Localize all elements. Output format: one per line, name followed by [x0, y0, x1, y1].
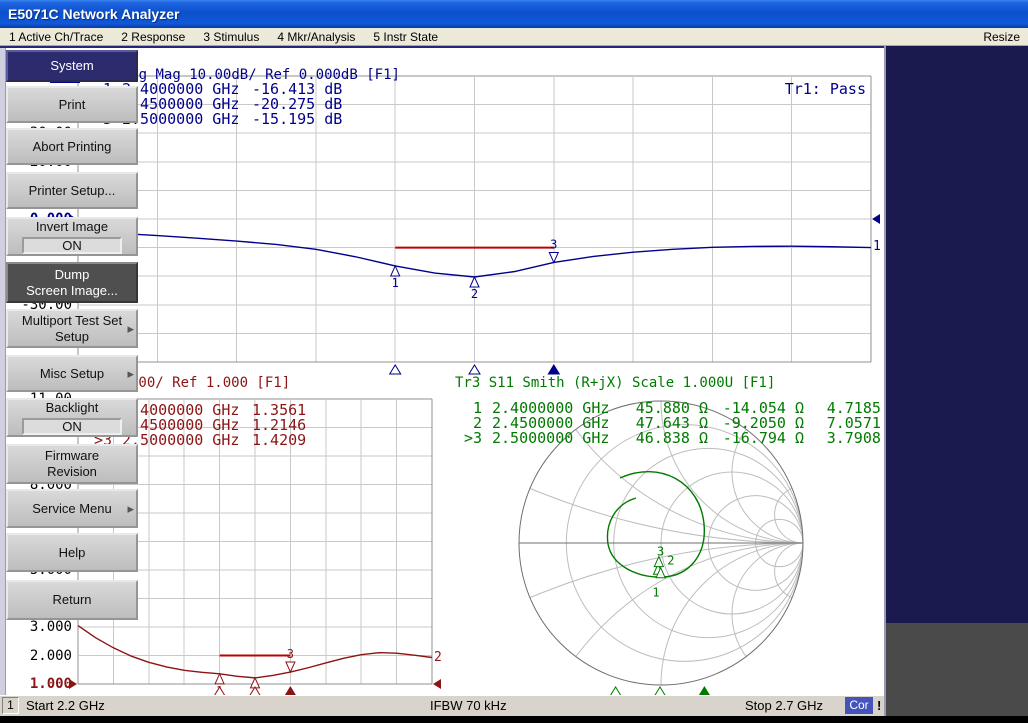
svg-text:3: 3 [550, 237, 557, 251]
tr2-trace-number: 2 [434, 650, 442, 665]
reference-level-arrow-right [433, 679, 441, 689]
marker-resistance: 46.838 Ω [620, 431, 708, 446]
svg-text:2: 2 [667, 554, 674, 568]
tr1-trace-number: 1 [873, 239, 881, 254]
marker-symbol[interactable]: 3 [286, 647, 295, 672]
tr3-header[interactable]: Tr3 S11 Smith (R+jX) Scale 1.000U [F1] [455, 375, 775, 391]
alert-indicator: ! [877, 697, 881, 714]
tr3-marker-table: 12.4000000 GHz45.880 Ω-14.054 Ω4.7185 pF… [458, 401, 908, 446]
invert-image-state: ON [22, 237, 122, 254]
menu-resize[interactable]: Resize [975, 30, 1028, 44]
window-title: E5071C Network Analyzer [8, 6, 179, 22]
ifbw-readout[interactable]: IFBW 70 kHz [430, 698, 507, 713]
marker-freq: 2.5000000 GHz [122, 112, 250, 127]
softkey-backlight[interactable]: Backlight ON [6, 398, 138, 437]
screen: E5071C Network Analyzer 1 Active Ch/Trac… [0, 0, 1028, 723]
submenu-arrow-icon: ▸ [127, 501, 134, 517]
marker-id: >3 [458, 431, 482, 446]
softkey-invert-image[interactable]: Invert Image ON [6, 217, 138, 256]
softkey-system: System [6, 50, 138, 82]
stop-frequency[interactable]: Stop 2.7 GHz [745, 698, 823, 713]
svg-text:1: 1 [392, 276, 399, 290]
menu-mkr-analysis[interactable]: 4 Mkr/Analysis [268, 30, 364, 44]
softkey-printer-setup[interactable]: Printer Setup... [6, 172, 138, 209]
softkey-label: Multiport Test Set Setup [22, 313, 122, 345]
marker-stimulus-indicator[interactable] [548, 365, 559, 374]
sidebar-empty-area [884, 623, 1028, 716]
svg-text:3: 3 [657, 545, 664, 559]
menu-response[interactable]: 2 Response [112, 30, 194, 44]
softkey-label: Invert Image [36, 219, 108, 235]
tr1-limit-status: Tr1: Pass [700, 80, 866, 98]
softkey-label: Backlight [46, 400, 99, 416]
marker-symbol[interactable]: 1 [391, 266, 400, 290]
marker-symbol[interactable]: 3 [549, 237, 558, 262]
menu-instr-state[interactable]: 5 Instr State [364, 30, 447, 44]
softkey-sidebar [884, 46, 1028, 716]
marker-symbol[interactable]: 2 [470, 277, 479, 301]
y-scale-label: 2.000 [8, 648, 72, 664]
marker-stimulus-indicator[interactable] [469, 365, 480, 374]
softkey-misc-setup[interactable]: Misc Setup ▸ [6, 355, 138, 392]
softkey-service-menu[interactable]: Service Menu ▸ [6, 489, 138, 528]
marker-freq: 2.5000000 GHz [122, 433, 250, 448]
softkey-label: Misc Setup [40, 366, 104, 382]
y-scale-label: 1.000 [8, 676, 72, 692]
svg-text:3: 3 [287, 647, 294, 661]
softkey-label: Service Menu [32, 501, 111, 517]
start-frequency[interactable]: Start 2.2 GHz [26, 698, 105, 713]
correction-status-badge: Cor [845, 697, 873, 714]
softkey-dump-screen-image[interactable]: Dump Screen Image... [6, 262, 138, 303]
marker-value: -15.195 dB [252, 112, 342, 127]
softkey-firmware-revision[interactable]: Firmware Revision [6, 444, 138, 484]
submenu-arrow-icon: ▸ [127, 321, 134, 337]
softkey-print[interactable]: Print [6, 86, 138, 123]
svg-text:2: 2 [471, 287, 478, 301]
marker-reactance: -16.794 Ω [708, 431, 804, 446]
menu-bar: 1 Active Ch/Trace 2 Response 3 Stimulus … [0, 28, 1028, 46]
softkey-help[interactable]: Help [6, 533, 138, 572]
marker-value: 1.4209 [252, 433, 306, 448]
window-title-bar: E5071C Network Analyzer [0, 0, 1028, 28]
svg-text:1: 1 [652, 585, 659, 599]
menu-active-ch-trace[interactable]: 1 Active Ch/Trace [0, 30, 112, 44]
reference-level-arrow-right [872, 214, 880, 224]
submenu-arrow-icon: ▸ [127, 366, 134, 382]
softkey-abort-printing[interactable]: Abort Printing [6, 128, 138, 165]
softkey-return[interactable]: Return [6, 580, 138, 620]
backlight-state: ON [22, 418, 122, 435]
channel-number-box: 1 [2, 697, 19, 714]
menu-stimulus[interactable]: 3 Stimulus [194, 30, 268, 44]
y-scale-label: 3.000 [8, 619, 72, 635]
marker-freq: 2.5000000 GHz [492, 431, 620, 446]
taskbar-strip [0, 716, 1028, 723]
softkey-multiport-test-set-setup[interactable]: Multiport Test Set Setup ▸ [6, 309, 138, 348]
marker-row: >32.5000000 GHz46.838 Ω-16.794 Ω3.7908 p… [458, 431, 908, 446]
marker-stimulus-indicator[interactable] [390, 365, 401, 374]
